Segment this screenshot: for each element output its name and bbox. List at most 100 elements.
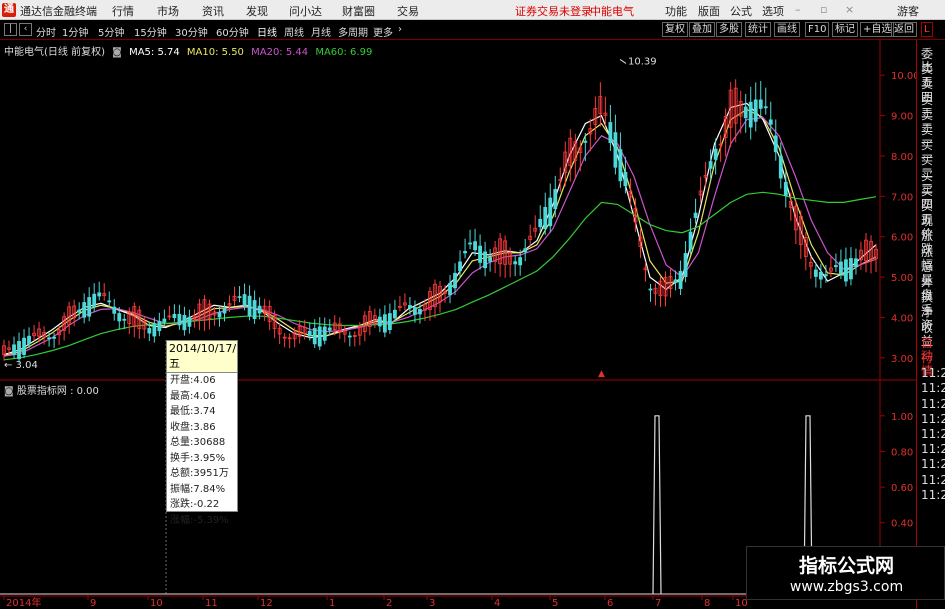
candle-body [392, 309, 397, 319]
candle-body [382, 314, 387, 333]
candle-body [849, 258, 853, 280]
candle-body [783, 181, 788, 196]
min-price-label: ← 3.04 [4, 360, 38, 371]
candle-body [748, 101, 753, 128]
side-panel-item[interactable]: 11:2 [921, 382, 945, 395]
candle-body [818, 271, 823, 280]
candle-body [613, 132, 618, 168]
candle-body [453, 272, 457, 289]
candle-body [753, 99, 758, 122]
candle-body [543, 206, 548, 230]
side-panel-item[interactable]: 11:2 [921, 443, 945, 456]
watermark: 指标公式网 www.zbgs3.com [746, 546, 945, 600]
tooltip-turnover: 换手:3.95% [170, 452, 226, 464]
candle-body [688, 231, 693, 250]
x-tick-label: 2014年 [6, 596, 41, 609]
tooltip-open: 开盘:4.06 [170, 375, 216, 386]
tooltip-date: 2014/10/17/五 [167, 341, 237, 373]
x-tick-label: 10 [150, 598, 163, 609]
candle-body [307, 330, 312, 337]
candle-body [758, 99, 763, 109]
candle-body [553, 189, 558, 210]
candle-body [312, 328, 317, 345]
candle-body [583, 140, 588, 143]
candle-body [413, 307, 417, 315]
x-tick-label: 4 [494, 598, 500, 609]
x-tick-label: 3 [429, 598, 435, 609]
candle-body [623, 171, 628, 187]
candle-body [713, 148, 718, 160]
candle-body [247, 295, 252, 317]
candle-body [87, 297, 92, 317]
candle-body [813, 269, 818, 277]
candle-body [172, 313, 177, 319]
candle-body [187, 316, 192, 327]
candle-body [839, 261, 843, 275]
side-panel-item[interactable]: 11:2 [921, 473, 945, 487]
tooltip-change-pct: 涨幅:-5.39% [170, 514, 229, 526]
stock-chart[interactable]: 3.004.005.006.007.008.009.0010.0010.39← … [0, 0, 945, 609]
y-tick-label: 8.00 [891, 152, 913, 163]
candle-body [377, 316, 382, 327]
watermark-title: 指标公式网 [798, 555, 894, 577]
data-tooltip: 2014/10/17/五 开盘:4.06 最高:4.06 最低:3.74 收盘:… [166, 340, 238, 526]
x-tick-label: 9 [90, 598, 96, 609]
indicator-settings-icon[interactable]: ◙ [4, 386, 17, 397]
x-tick-label: 2 [386, 598, 392, 609]
side-panel-item[interactable]: 11:2 [921, 428, 945, 441]
y-tick-label: 4.00 [891, 313, 913, 324]
max-price-label: 10.39 [628, 56, 657, 67]
candle-body [22, 337, 26, 355]
candle-body [538, 218, 543, 228]
y-tick-label: 7.00 [891, 192, 913, 203]
candle-body [157, 321, 162, 332]
candle-body [122, 318, 127, 321]
candle-body [518, 257, 523, 266]
candle-body [237, 296, 242, 299]
side-panel-item[interactable]: 11:2 [921, 488, 945, 502]
candle-body [463, 251, 467, 254]
candle-body [648, 288, 653, 291]
candle-body [458, 261, 462, 272]
candle-body [763, 106, 768, 109]
candle-body [408, 305, 412, 309]
candle-body [618, 149, 623, 182]
tooltip-low: 最低:3.74 [170, 406, 216, 417]
candle-body [418, 309, 422, 315]
candle-body [513, 261, 518, 265]
side-panel-item[interactable]: 11:2 [921, 367, 945, 380]
tooltip-high: 最高:4.06 [170, 390, 216, 402]
y-tick-label: 3.00 [891, 354, 913, 365]
side-panel-item[interactable]: 11:2 [921, 397, 945, 411]
candle-body [52, 336, 57, 339]
candle-body [217, 312, 222, 318]
candle-body [77, 309, 82, 313]
candle-body [844, 259, 848, 282]
candle-body [242, 294, 247, 307]
y-tick-label: 9.00 [891, 112, 913, 123]
candle-body [47, 337, 52, 340]
candle-body [678, 270, 683, 289]
candle-body [823, 274, 828, 277]
candle-body [257, 305, 262, 314]
x-tick-label: 7 [655, 598, 661, 609]
max-marker [619, 59, 627, 64]
candle-body [317, 326, 322, 347]
candle-body [548, 197, 553, 227]
indicator-y-tick-label: 0.40 [891, 519, 913, 530]
candle-body [147, 327, 152, 334]
candle-body [523, 248, 528, 253]
candle-body [347, 335, 352, 338]
side-panel-item[interactable]: 11:2 [921, 458, 945, 471]
indicator-y-tick-label: 1.00 [891, 412, 913, 423]
candle-body [177, 313, 182, 326]
candle-body [112, 306, 117, 314]
side-panel-item[interactable]: 11:2 [921, 412, 945, 426]
candle-body [478, 245, 482, 263]
x-tick-label: 5 [552, 598, 558, 609]
candle-body [162, 318, 167, 323]
candle-body [693, 212, 698, 218]
candle-body [708, 161, 713, 169]
candle-body [117, 313, 122, 322]
y-tick-label: 5.00 [891, 273, 913, 284]
